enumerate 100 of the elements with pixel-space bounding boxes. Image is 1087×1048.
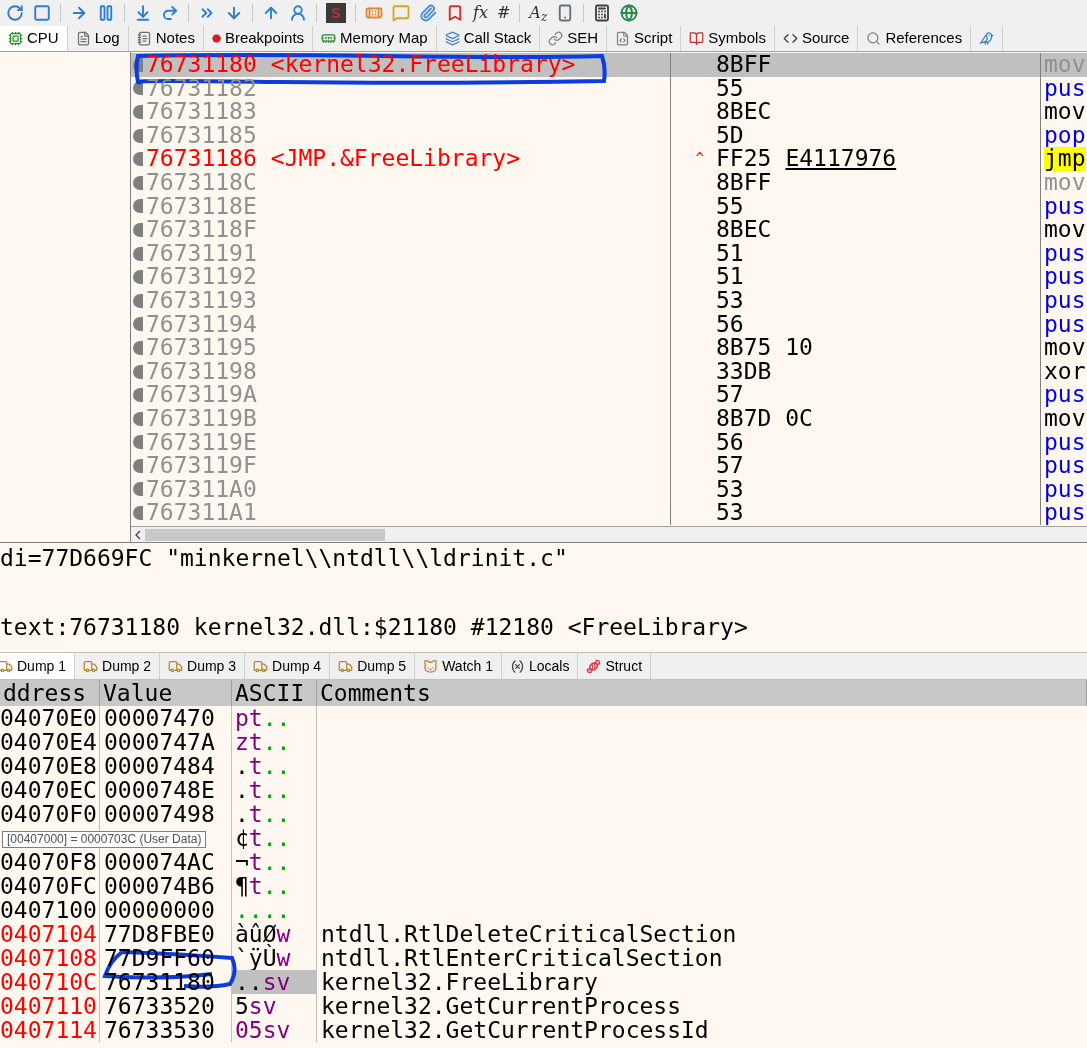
bytes-text: 5D [716,123,744,148]
breakpoint-marker-icon[interactable] [133,435,143,450]
disassembly-row[interactable]: 76731185 5D pop [131,123,1087,148]
toolbar-glyph[interactable]: fx [473,1,488,25]
disassembly-row[interactable]: 76731186 <JMP.&FreeLibrary> ^ FF25 E4117976 jmp [131,147,1087,171]
value-cell: 0000748E [104,778,215,802]
ascii-cell: ¢t.. [232,826,317,850]
pause-icon[interactable] [97,4,115,22]
run-arrow-icon[interactable] [70,4,88,22]
breakpoint-marker-icon[interactable] [133,81,143,96]
ascii-cell: .t.. [232,802,317,826]
disassembly-row[interactable]: 76731183 8BEC mov [131,100,1087,124]
stop-icon[interactable] [33,4,51,22]
breakpoint-marker-icon[interactable] [133,340,143,355]
breakpoint-marker-icon[interactable] [133,364,143,379]
disassembly-row[interactable]: 76731193 53 pus [131,288,1087,313]
ascii-cell: ..sv [232,970,317,994]
address-cell: 04070E4 [0,730,97,754]
breakpoint-marker-icon[interactable] [133,317,143,332]
bytes-text: 51 [716,265,744,289]
breakpoint-marker-icon[interactable] [133,388,143,403]
mnemonic-text: pop [1044,123,1086,148]
disassembly-row[interactable]: 7673118E 55 pus [131,194,1087,219]
breakpoint-marker-icon[interactable] [133,57,143,72]
breakpoint-marker-icon[interactable] [133,199,143,214]
address-text: 7673119A [146,383,257,407]
disassembly-row[interactable]: 767311A1 53 pus [131,501,1087,525]
column-header[interactable]: ddress [0,680,100,706]
breakpoint-marker-icon[interactable] [133,222,143,237]
column-header[interactable]: Comments [317,680,1087,706]
disassembly-row[interactable]: 76731191 51 pus [131,241,1087,266]
tab[interactable]: CPU [0,26,68,51]
ascii-cell: ¬t.. [232,850,317,874]
scrollbar-thumb[interactable] [145,528,385,541]
disassembly-row[interactable]: 76731195 8B75 10 mov [131,336,1087,360]
toolbar-glyph[interactable]: # [496,1,511,25]
address-text: 7673118C [146,170,257,195]
ascii-cell: 5sv [232,994,317,1018]
horizontal-scrollbar[interactable] [131,526,1087,542]
disassembly-row[interactable]: 7673118C 8BFF mov [131,170,1087,195]
address-text: 76731193 [146,288,257,313]
value-cell: 76733520 [104,994,215,1018]
paperclip-icon[interactable] [419,4,437,22]
disassembly-row[interactable]: 7673119E 56 pus [131,430,1087,455]
restart-icon[interactable] [6,4,24,22]
disassembly-row[interactable]: 7673119A 57 pus [131,383,1087,407]
disassembly-row[interactable]: 76731194 56 pus [131,312,1087,337]
disassembly-row[interactable]: 767311A0 53 pus [131,477,1087,502]
breakpoint-marker-icon[interactable] [133,175,143,190]
disassembly-row[interactable]: 76731198 33DB xor [131,359,1087,384]
breakpoint-marker-icon[interactable] [133,270,143,285]
column-header[interactable]: Value [100,680,232,706]
mnemonic-text: mov [1044,406,1086,431]
breakpoint-marker-icon[interactable] [133,506,143,521]
ascii-cell: pt.. [232,706,317,730]
bytes-text: 8B75 10 [716,336,813,360]
value-cell: 77D8FBE0 [104,922,215,946]
ascii-cell: .... [232,898,317,922]
step-into-icon[interactable] [134,4,152,22]
disassembly-row[interactable]: 7673118F 8BEC mov [131,218,1087,242]
breakpoint-marker-icon[interactable] [133,411,143,426]
disassembly-row[interactable]: 7673119F 57 pus [131,454,1087,478]
bytes-text: 8BEC [716,218,772,242]
value-cell: 0000747A [104,730,215,754]
tab[interactable]: Dump 1 [0,653,76,679]
breakpoint-marker-icon[interactable] [133,152,143,167]
bytes-text: 8BFF [716,53,772,77]
tooltip: [00407000] = 0000703C (User Data) [2,831,207,848]
chain-icon [548,31,564,46]
address-cell: 04070E8 [0,754,97,778]
address-cell: 040710C [0,970,97,994]
bytes-text: 51 [716,241,744,266]
down-arrow-icon[interactable] [225,4,243,22]
bird-icon [979,31,995,46]
breakpoint-marker-icon[interactable] [133,293,143,308]
breakpoint-marker-icon[interactable] [133,128,143,143]
address-cell: 0407100 [0,898,97,922]
ascii-cell: .t.. [232,778,317,802]
disassembly-row[interactable]: 7673119B 8B7D 0C mov [131,406,1087,431]
breakpoint-marker-icon[interactable] [133,482,143,497]
toolbar-glyph[interactable]: A$_{z}$ [529,1,548,25]
value-cell: 000074AC [104,850,215,874]
bytes-text: 56 [716,430,744,455]
mnemonic-text: pus [1044,312,1086,337]
bookmark-icon[interactable] [446,4,464,22]
column-header[interactable]: ASCII [232,680,317,706]
breakpoint-marker-icon[interactable] [133,105,143,119]
breakpoint-marker-icon[interactable] [133,246,143,261]
ascii-cell: zt.. [232,730,317,754]
globe-icon[interactable] [620,4,639,22]
mnemonic-text: pus [1044,454,1086,478]
calculator-icon[interactable] [593,4,612,22]
user-icon[interactable] [289,4,307,22]
address-text: 7673119B [146,406,257,431]
step-over-icon[interactable] [161,4,179,22]
disassembly-row[interactable]: 76731192 51 pus [131,265,1087,289]
mnemonic-text: mov [1044,100,1086,124]
comment-icon[interactable] [392,4,410,22]
breakpoint-marker-icon[interactable] [133,458,143,473]
address-text: 7673119F [146,454,257,478]
